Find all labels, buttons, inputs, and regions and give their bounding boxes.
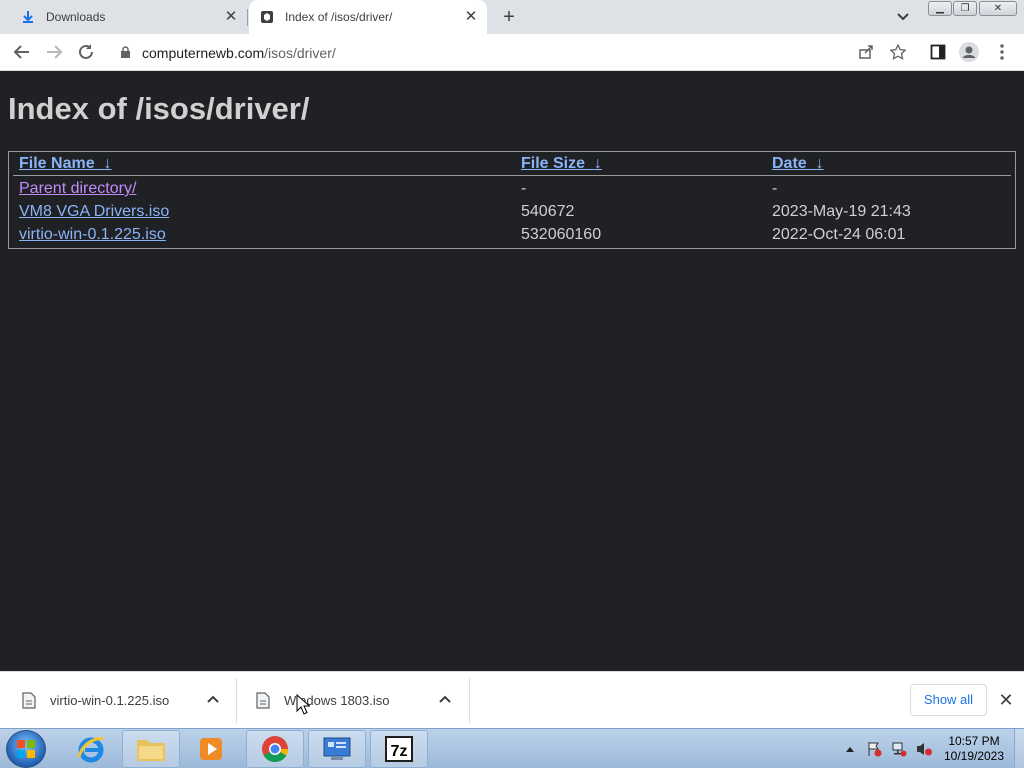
maximize-button[interactable]: ❐ [953,1,977,16]
file-explorer-icon[interactable] [122,730,180,768]
tab-divider [247,9,248,26]
column-header-date[interactable]: Date ↓ [772,155,824,173]
network-icon[interactable] [891,741,907,757]
windows-taskbar: 7z 10:57 PM 10/19/2023 [0,728,1024,768]
system-clock[interactable]: 10:57 PM 10/19/2023 [938,734,1010,764]
file-size: - [521,180,527,197]
page-title: Index of /isos/driver/ [8,91,310,126]
back-arrow-icon [13,45,29,59]
tab-index-of-isos-driver[interactable]: Index of /isos/driver/ ✕ [249,0,487,34]
svg-text:7z: 7z [391,743,408,760]
url-path: /isos/driver/ [264,45,336,61]
menu-button[interactable] [992,42,1012,62]
star-icon [890,44,906,60]
side-panel-button[interactable] [928,42,948,62]
page-content: Index of /isos/driver/ File Name ↓ File … [0,71,1024,671]
minimize-button[interactable]: ▁ [928,1,952,16]
file-size: 532060160 [521,226,602,243]
site-favicon [259,9,275,25]
start-button[interactable] [6,730,46,768]
clock-time: 10:57 PM [948,734,1000,748]
volume-muted-icon[interactable] [915,741,933,757]
clock-date: 10/19/2023 [943,749,1005,763]
mouse-cursor-icon [296,694,310,715]
chevron-up-icon [207,695,219,703]
side-panel-icon [930,44,946,60]
forward-arrow-icon [47,45,63,59]
tab-downloads[interactable]: Downloads ✕ [0,0,247,34]
control-panel-icon[interactable] [308,730,366,768]
tab-search-chevron-icon[interactable] [896,9,914,25]
address-bar[interactable]: computernewb.com/isos/driver/ [108,38,920,67]
url-host: computernewb.com [142,45,265,61]
7zip-icon[interactable]: 7z [370,730,428,768]
tab-title: Downloads [46,10,106,24]
close-tab-icon[interactable]: ✕ [223,9,239,25]
new-tab-button[interactable]: + [498,6,520,28]
close-tab-icon[interactable]: ✕ [463,9,479,25]
column-header-file-name[interactable]: File Name ↓ [19,155,111,173]
file-link-vm8-vga-drivers[interactable]: VM8 VGA Drivers.iso [19,203,169,221]
download-icon [20,9,36,25]
bookmark-star-button[interactable] [888,42,908,62]
file-date: 2022-Oct-24 06:01 [772,226,906,243]
browser-toolbar: computernewb.com/isos/driver/ [0,34,1024,71]
show-desktop-button[interactable] [1014,729,1024,768]
download-shelf: virtio-win-0.1.225.iso Windows 1803.iso … [0,671,1024,728]
profile-button[interactable] [959,42,979,62]
download-divider [236,678,237,723]
tab-title: Index of /isos/driver/ [285,10,393,24]
tray-overflow-icon[interactable] [845,745,855,753]
file-listing-table: File Name ↓ File Size ↓ Date ↓ Parent di… [8,151,1016,249]
file-link-virtio-win[interactable]: virtio-win-0.1.225.iso [19,226,166,244]
file-icon [22,692,36,709]
header-divider [13,175,1011,176]
download-item-virtio-win[interactable]: virtio-win-0.1.225.iso [22,672,230,729]
forward-button[interactable] [44,42,64,62]
show-all-button[interactable]: Show all [910,684,987,716]
share-icon [859,45,873,59]
tab-strip: Downloads ✕ Index of /isos/driver/ ✕ + ▁… [0,0,1024,34]
lock-icon [120,46,131,64]
internet-explorer-icon[interactable] [62,730,120,768]
windows-logo-icon [17,740,35,758]
media-player-icon[interactable] [182,730,240,768]
reload-icon [79,44,93,59]
chevron-up-icon [439,695,451,703]
url-text: computernewb.com/isos/driver/ [142,45,336,61]
close-window-button[interactable]: ✕ [979,1,1017,16]
reload-button[interactable] [76,42,96,62]
avatar-icon [959,42,979,62]
action-center-flag-icon[interactable] [866,741,882,757]
close-shelf-icon[interactable]: ✕ [997,691,1015,709]
download-filename: virtio-win-0.1.225.iso [50,693,170,708]
file-date: 2023-May-19 21:43 [772,203,911,220]
chrome-icon[interactable] [246,730,304,768]
download-divider [469,678,470,723]
file-icon [256,692,270,709]
download-item-windows-1803[interactable]: Windows 1803.iso [256,672,464,729]
column-header-file-size[interactable]: File Size ↓ [521,155,602,173]
back-button[interactable] [12,42,32,62]
file-size: 540672 [521,203,575,220]
share-button[interactable] [856,42,876,62]
more-vert-icon [1000,44,1004,60]
file-link-parent-directory[interactable]: Parent directory/ [19,180,136,198]
file-date: - [772,180,778,197]
